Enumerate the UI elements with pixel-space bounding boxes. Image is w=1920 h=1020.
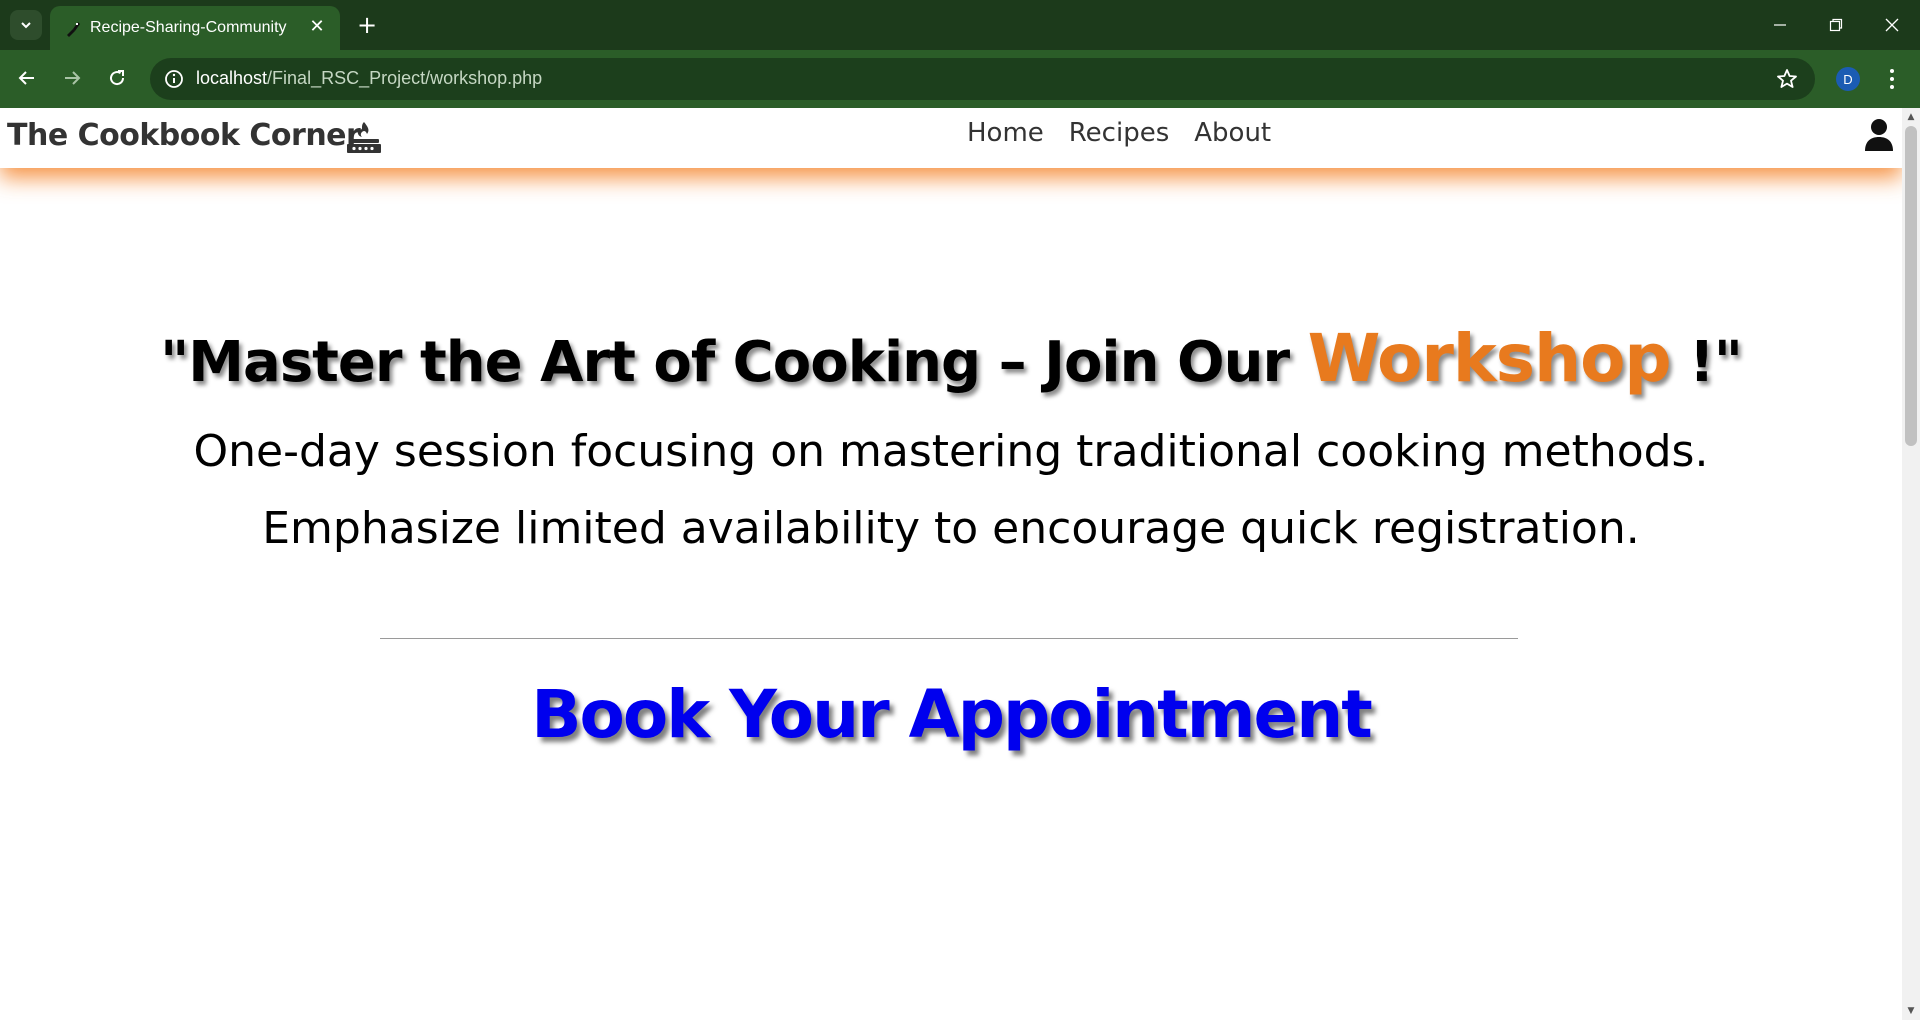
address-bar[interactable]: localhost/Final_RSC_Project/workshop.php xyxy=(150,58,1815,100)
new-tab-button[interactable]: + xyxy=(352,10,382,40)
scroll-up-arrow-icon[interactable]: ▲ xyxy=(1902,110,1920,124)
scroll-down-arrow-icon[interactable]: ▼ xyxy=(1902,1004,1920,1018)
minimize-icon xyxy=(1774,24,1786,26)
reload-button[interactable] xyxy=(100,61,134,95)
nav-link-home[interactable]: Home xyxy=(967,118,1044,148)
arrow-left-icon xyxy=(18,71,34,85)
page-viewport: The Cookbook Corner Home Recipes About "… xyxy=(0,108,1920,1020)
back-button[interactable] xyxy=(10,61,44,95)
profile-initial: D xyxy=(1843,71,1853,87)
forward-button[interactable] xyxy=(55,61,89,95)
browser-menu-icon[interactable] xyxy=(1880,65,1904,93)
workshop-headline: "Master the Art of Cooking – Join Our Wo… xyxy=(0,320,1902,397)
url-text[interactable]: localhost/Final_RSC_Project/workshop.php xyxy=(196,68,542,89)
browser-toolbar: localhost/Final_RSC_Project/workshop.php… xyxy=(0,50,1920,108)
headline-suffix: !" xyxy=(1670,330,1743,395)
site-brand[interactable]: The Cookbook Corner xyxy=(7,118,361,153)
workshop-description-line-2: Emphasize limited availability to encour… xyxy=(262,503,1640,554)
bookmark-star-icon[interactable] xyxy=(1775,67,1799,91)
headline-prefix: "Master the Art of Cooking – Join Our xyxy=(160,330,1308,395)
arrow-right-icon xyxy=(65,71,81,85)
page-scrollbar[interactable]: ▲ ▼ xyxy=(1902,108,1920,1020)
close-window-button[interactable] xyxy=(1864,0,1920,50)
browser-tab-strip: Recipe-Sharing-Community ✕ + xyxy=(0,0,1920,50)
site-nav-links: Home Recipes About xyxy=(967,118,1271,148)
site-info-icon[interactable] xyxy=(162,67,186,91)
user-icon[interactable] xyxy=(1864,118,1894,152)
tab-search-button[interactable] xyxy=(10,10,42,40)
close-icon xyxy=(1885,18,1899,32)
headline-accent: Workshop xyxy=(1307,320,1672,397)
workshop-description-line-1: One-day session focusing on mastering tr… xyxy=(193,426,1709,477)
chevron-down-icon xyxy=(21,22,31,29)
reload-icon xyxy=(110,70,125,86)
minimize-button[interactable] xyxy=(1752,0,1808,50)
campfire-pot-icon xyxy=(347,122,381,153)
browser-tab[interactable]: Recipe-Sharing-Community ✕ xyxy=(50,6,340,50)
tab-close-icon[interactable]: ✕ xyxy=(306,16,328,38)
site-navbar: The Cookbook Corner Home Recipes About xyxy=(0,108,1902,168)
nav-link-about[interactable]: About xyxy=(1194,118,1271,148)
scrollbar-thumb[interactable] xyxy=(1905,126,1917,446)
section-divider xyxy=(380,638,1518,639)
nav-link-recipes[interactable]: Recipes xyxy=(1069,118,1169,148)
url-host: localhost xyxy=(196,68,268,88)
profile-avatar[interactable]: D xyxy=(1836,67,1860,91)
booking-title: Book Your Appointment xyxy=(531,676,1373,753)
favicon-icon xyxy=(67,22,80,37)
url-path: /Final_RSC_Project/workshop.php xyxy=(267,68,543,88)
restore-icon xyxy=(1829,18,1843,32)
restore-button[interactable] xyxy=(1808,0,1864,50)
tab-title: Recipe-Sharing-Community xyxy=(90,19,287,36)
